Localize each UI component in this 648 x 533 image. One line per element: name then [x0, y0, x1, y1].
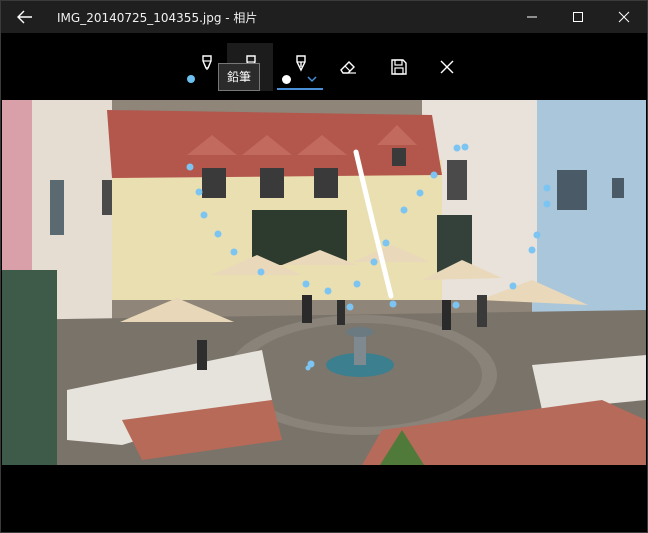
bottom-area	[1, 465, 647, 532]
close-window-button[interactable]	[601, 1, 647, 33]
save-icon	[391, 59, 407, 75]
photos-app-window: IMG_20140725_104355.jpg - 相片 鉛筆	[0, 0, 648, 533]
tooltip: 鉛筆	[218, 63, 261, 91]
pen-color-dot	[187, 75, 195, 83]
eraser-icon	[340, 61, 356, 74]
photo-canvas[interactable]	[2, 100, 646, 465]
minimize-icon	[527, 16, 537, 18]
window-title: IMG_20140725_104355.jpg - 相片	[57, 11, 258, 25]
chevron-down-icon[interactable]	[307, 76, 317, 83]
close-icon	[440, 60, 454, 74]
maximize-button[interactable]	[555, 1, 601, 33]
ink-toolbar: 鉛筆	[1, 33, 647, 100]
title-bar: IMG_20140725_104355.jpg - 相片	[1, 1, 647, 33]
close-ink-tool[interactable]	[424, 43, 470, 91]
maximize-icon	[573, 12, 583, 22]
eraser-tool[interactable]	[325, 43, 371, 91]
back-button[interactable]	[9, 5, 41, 29]
close-icon	[618, 11, 630, 23]
calligraphy-pen-tool[interactable]	[277, 43, 323, 91]
minimize-button[interactable]	[509, 1, 555, 33]
photo-image	[2, 100, 646, 465]
save-tool[interactable]	[376, 43, 422, 91]
active-tool-underline	[277, 88, 323, 90]
arrow-left-icon	[17, 10, 32, 24]
calligraphy-color-dot	[282, 75, 291, 84]
